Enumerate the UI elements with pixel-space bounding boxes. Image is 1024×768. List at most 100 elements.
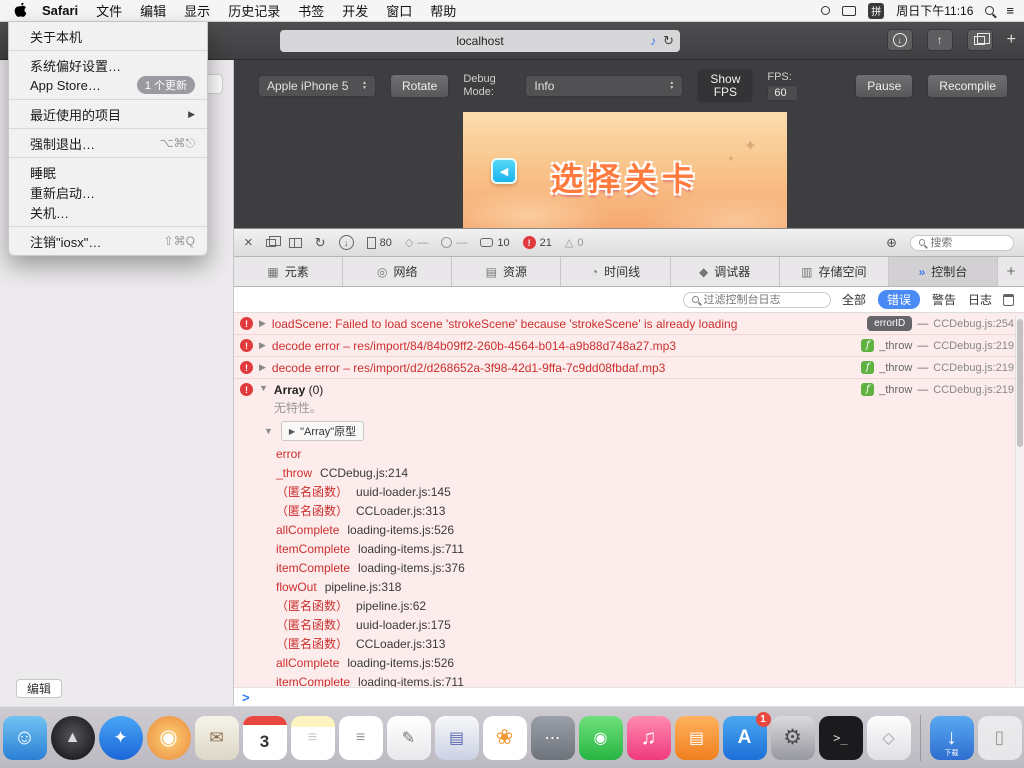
tab-elements[interactable]: ▦ 元素 xyxy=(234,257,344,286)
share-button[interactable]: ↑ xyxy=(926,29,953,51)
scrollbar-thumb[interactable] xyxy=(1017,319,1023,447)
filter-scope[interactable]: 日志 xyxy=(968,291,992,308)
prototype-row[interactable]: ▼ ▶ "Array"原型 xyxy=(234,418,1024,444)
frame-location[interactable]: pipeline.js:318 xyxy=(325,580,402,594)
downloads-button[interactable]: ↓ xyxy=(886,29,913,51)
dock-launchpad[interactable]: ▲ xyxy=(50,715,95,760)
input-method-icon[interactable]: 拼 xyxy=(868,2,885,19)
stack-frame[interactable]: （匿名函数） pipeline.js:62 xyxy=(234,596,1024,615)
console-prompt[interactable]: > xyxy=(234,687,1024,706)
stack-frame[interactable]: allComplete loading-items.js:526 xyxy=(234,653,1024,672)
menubar-item-safari[interactable]: Safari xyxy=(33,3,87,18)
menubar-item-window[interactable]: 窗口 xyxy=(377,1,421,20)
menubar-item-develop[interactable]: 开发 xyxy=(333,1,377,20)
stack-frame[interactable]: flowOut pipeline.js:318 xyxy=(234,577,1024,596)
dock-side-icon[interactable] xyxy=(288,237,302,248)
frame-location[interactable]: CCLoader.js:313 xyxy=(356,504,445,518)
dock-reminders[interactable]: ≡ xyxy=(338,715,383,760)
frame-location[interactable]: loading-items.js:711 xyxy=(358,542,464,556)
reload-page-icon[interactable]: ↻ xyxy=(663,33,674,49)
console-entry[interactable]: ! ▶ decode error – res/import/84/84b09ff2-… xyxy=(234,335,1024,357)
new-tab-button[interactable]: + xyxy=(1007,31,1016,49)
menubar-item-view[interactable]: 显示 xyxy=(175,1,219,20)
detach-inspector-icon[interactable] xyxy=(265,235,281,247)
tab-debugger[interactable]: ◆ 调试器 xyxy=(671,257,780,286)
dock-textedit[interactable]: ✎ xyxy=(386,715,431,760)
disclosure-triangle-icon[interactable]: ▶ xyxy=(259,318,266,329)
dock-appstore[interactable]: A1 xyxy=(722,711,771,760)
dock-messages[interactable]: ⋯ xyxy=(530,715,575,760)
sidebar-edit-button[interactable]: 编辑 xyxy=(16,679,62,698)
dock-mail[interactable]: ✉ xyxy=(194,715,239,760)
tab-resources[interactable]: ▤ 资源 xyxy=(452,257,562,286)
debug-info-select[interactable]: Info ▲ ▼ xyxy=(525,75,684,97)
console-entry[interactable]: ! ▶ decode error – res/import/d2/d268652a-… xyxy=(234,357,1024,379)
tab-storage[interactable]: ▥ 存储空间 xyxy=(780,257,889,286)
disclosure-triangle-icon[interactable]: ▶ xyxy=(259,340,266,351)
stack-frame[interactable]: allComplete loading-items.js:526 xyxy=(234,520,1024,539)
apple-menu-icon[interactable] xyxy=(14,3,27,18)
filter-scope[interactable]: 全部 xyxy=(842,291,866,308)
stack-frame[interactable]: （匿名函数） CCLoader.js:313 xyxy=(234,634,1024,653)
source-link[interactable]: CCDebug.js:219 xyxy=(933,340,1014,352)
console-scrollbar[interactable] xyxy=(1015,315,1023,686)
dock-downloads[interactable]: ↓ 下载 xyxy=(929,715,974,760)
frame-location[interactable]: loading-items.js:526 xyxy=(347,656,454,670)
tab-network[interactable]: ◎ 网络 xyxy=(343,257,453,286)
add-tab-button[interactable]: + xyxy=(998,257,1024,286)
menubar-item-history[interactable]: 历史记录 xyxy=(219,1,289,20)
error-count[interactable]: ! 21 xyxy=(522,236,552,249)
source-link[interactable]: CCDebug.js:254 xyxy=(933,318,1014,330)
tab-console[interactable]: » 控制台 xyxy=(888,257,998,286)
dock-trash[interactable]: ▯ xyxy=(977,715,1022,760)
frame-location[interactable]: loading-items.js:526 xyxy=(347,523,454,537)
display-mirroring-icon[interactable] xyxy=(842,5,857,16)
source-link[interactable]: CCDebug.js:219 xyxy=(933,384,1014,396)
apple-menu-item-about[interactable]: 关于本机 xyxy=(9,26,207,46)
stack-frame[interactable]: itemComplete loading-items.js:711 xyxy=(234,539,1024,558)
show-fps-button[interactable]: Show FPS xyxy=(697,69,754,103)
menubar-item-edit[interactable]: 编辑 xyxy=(131,1,175,20)
stack-frame[interactable]: itemComplete loading-items.js:376 xyxy=(234,558,1024,577)
stack-frame[interactable]: itemComplete loading-items.js:711 xyxy=(234,672,1024,687)
console-message-count[interactable]: 10 xyxy=(480,237,510,249)
reload-icon[interactable]: ↻ xyxy=(315,235,326,251)
frame-location[interactable]: CCLoader.js:313 xyxy=(356,637,445,651)
apple-menu-item-force-quit[interactable]: 强制退出… ⌥⌘⎋ xyxy=(9,133,207,153)
rotate-button[interactable]: Rotate xyxy=(390,74,450,98)
disclosure-triangle-icon[interactable]: ▼ xyxy=(259,383,268,393)
filter-scope[interactable]: 警告 xyxy=(932,291,956,308)
dock-notes[interactable]: ≡ xyxy=(290,715,335,760)
stack-frame[interactable]: error xyxy=(234,444,1024,463)
pause-button[interactable]: Pause xyxy=(855,74,914,98)
dock-safari[interactable]: ✦ xyxy=(98,715,143,760)
dock-calendar[interactable]: 3 xyxy=(242,715,287,760)
frame-location[interactable]: uuid-loader.js:175 xyxy=(356,618,451,632)
menubar-item-help[interactable]: 帮助 xyxy=(421,1,465,20)
console-filter-input[interactable] xyxy=(682,291,831,308)
dock-books[interactable]: ▤ xyxy=(674,715,719,760)
inspector-search-field[interactable] xyxy=(910,234,1014,251)
menubar-item-bookmarks[interactable]: 书签 xyxy=(289,1,333,20)
tab-timelines[interactable]: ◔ 时间线 xyxy=(561,257,671,286)
apple-menu-item-app-store[interactable]: App Store… 1 个更新 xyxy=(9,75,207,95)
disclosure-triangle-icon[interactable]: ▼ xyxy=(264,426,273,436)
status-dot-icon[interactable] xyxy=(821,6,831,15)
frame-location[interactable]: CCDebug.js:214 xyxy=(320,466,408,480)
stack-frame[interactable]: （匿名函数） CCLoader.js:313 xyxy=(234,501,1024,520)
console-entry[interactable]: ! ▼ Array (0) 无特性。 f _throw — CCDebug.js:219 xyxy=(234,379,1024,418)
prototype-token[interactable]: ▶ "Array"原型 xyxy=(280,421,365,441)
dock-music[interactable]: ♫ xyxy=(626,715,671,760)
menubar-item-file[interactable]: 文件 xyxy=(87,1,131,20)
stack-frame[interactable]: _throw CCDebug.js:214 xyxy=(234,463,1024,482)
spotlight-search-icon[interactable] xyxy=(985,6,995,15)
warning-count[interactable]: △ 0 xyxy=(565,236,584,250)
tab-overview-button[interactable] xyxy=(966,29,993,51)
audio-playing-icon[interactable]: ♪ xyxy=(650,34,656,48)
dock-maps[interactable]: ◉ xyxy=(146,715,191,760)
clear-console-icon[interactable] xyxy=(1003,293,1014,306)
dock-system-preferences[interactable]: ⚙ xyxy=(770,715,815,760)
dock-app-generic[interactable]: ◇ xyxy=(866,715,911,760)
load-time-stat[interactable]: — xyxy=(441,237,467,249)
device-select[interactable]: Apple iPhone 5 ▲ ▼ xyxy=(258,75,376,97)
